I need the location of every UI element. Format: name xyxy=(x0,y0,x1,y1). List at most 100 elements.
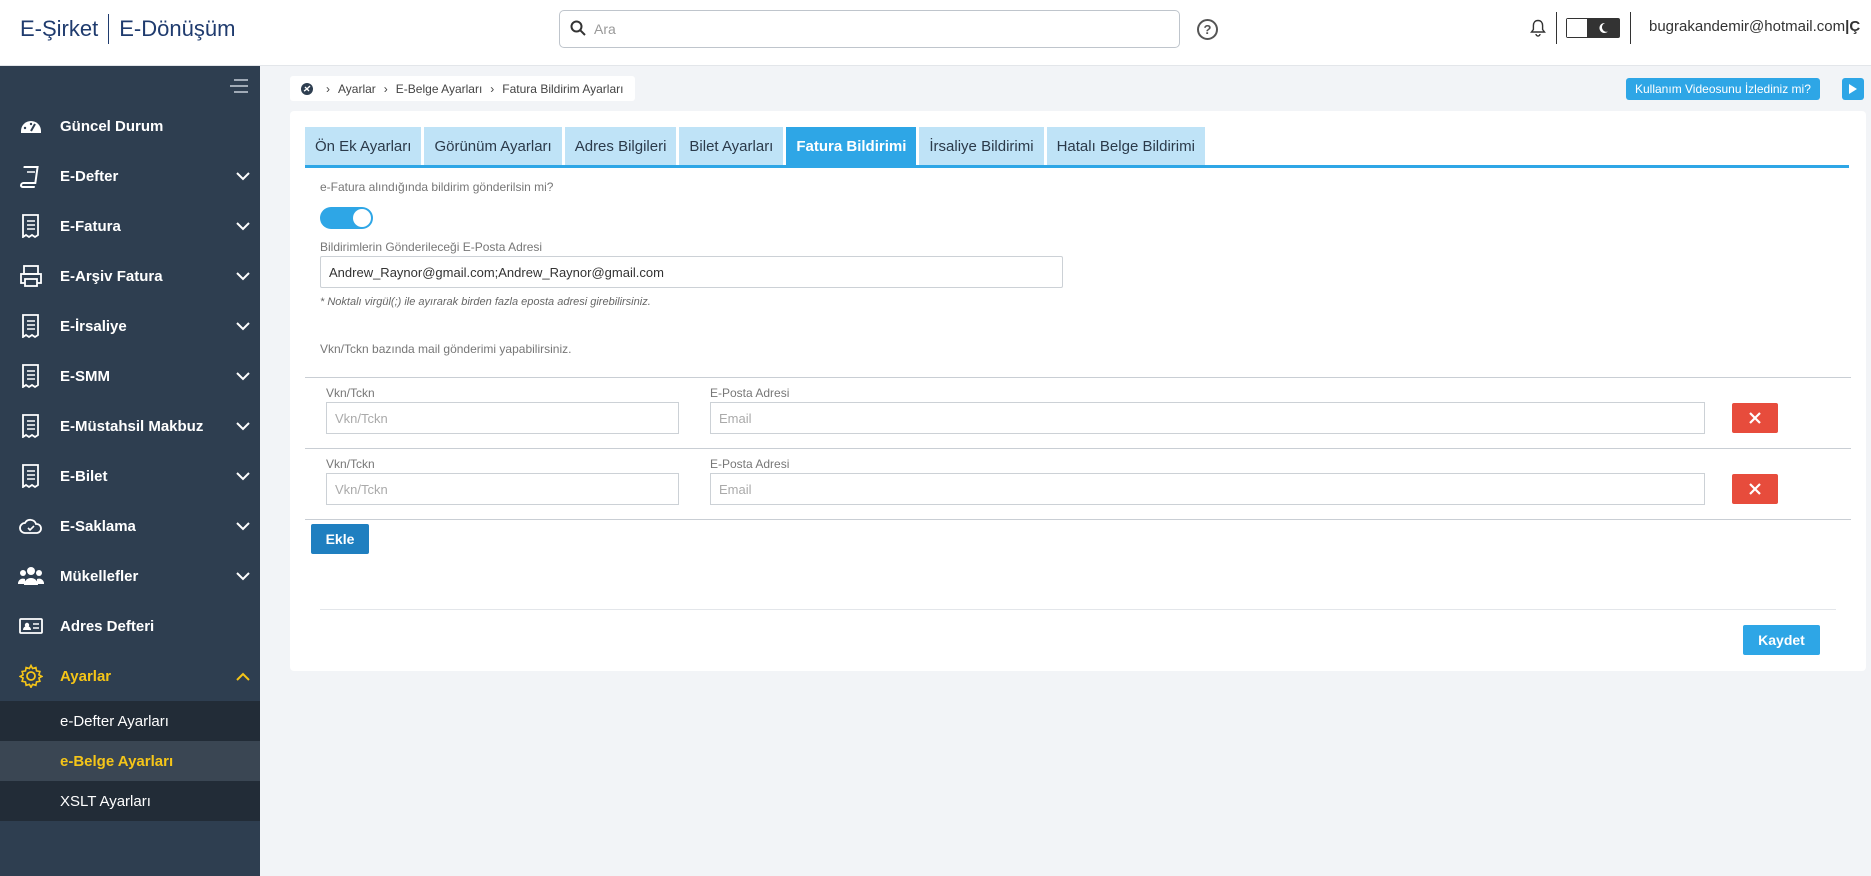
notification-toggle[interactable] xyxy=(320,207,373,229)
tab-irsaliye-bildirimi[interactable]: İrsaliye Bildirimi xyxy=(919,127,1044,165)
vkn-label: Vkn/Tckn xyxy=(326,386,375,400)
light-mode-option[interactable] xyxy=(1567,19,1587,37)
printer-icon xyxy=(18,263,44,289)
sidebar-item-e-smm[interactable]: E-SMM xyxy=(0,351,260,401)
chevron-down-icon xyxy=(236,318,250,335)
close-icon xyxy=(1749,412,1761,424)
submenu-item-e-belge-ayarlari[interactable]: e-Belge Ayarları xyxy=(0,741,260,781)
brand-right: E-Dönüşüm xyxy=(119,16,236,41)
save-button[interactable]: Kaydet xyxy=(1743,625,1820,655)
theme-toggle[interactable] xyxy=(1566,18,1620,38)
sidebar-item-label: E-Fatura xyxy=(60,217,121,235)
vkn-email-row: Vkn/Tckn E-Posta Adresi xyxy=(305,377,1851,447)
breadcrumb-item[interactable]: E-Belge Ayarları xyxy=(396,82,483,96)
sidebar-item-e-irsaliye[interactable]: E-İrsaliye xyxy=(0,301,260,351)
sidebar-item-label: E-Defter xyxy=(60,167,119,185)
chevron-right-icon: › xyxy=(383,81,388,96)
search-input[interactable] xyxy=(594,17,1154,41)
chevron-down-icon xyxy=(236,368,250,385)
email-hint: * Noktalı virgül(;) ile ayırarak birden … xyxy=(320,296,651,308)
sidebar-item-mukellefler[interactable]: Mükellefler xyxy=(0,551,260,601)
play-icon[interactable] xyxy=(1842,78,1864,100)
vkn-email-row: Vkn/Tckn E-Posta Adresi xyxy=(305,448,1851,518)
sidebar-item-e-defter[interactable]: E-Defter xyxy=(0,151,260,201)
brand-divider xyxy=(108,14,110,44)
sidebar-item-e-mustahsil-makbuz[interactable]: E-Müstahsil Makbuz xyxy=(0,401,260,451)
search-box xyxy=(559,10,1180,48)
row-email-input[interactable] xyxy=(710,473,1705,505)
tab-gorunum-ayarlari[interactable]: Görünüm Ayarları xyxy=(424,127,562,165)
receipt-icon xyxy=(18,413,44,439)
sidebar-item-ayarlar[interactable]: Ayarlar xyxy=(0,651,260,701)
receipt-icon xyxy=(18,463,44,489)
header-divider xyxy=(1556,12,1557,44)
settings-submenu: e-Defter Ayarları e-Belge Ayarları XSLT … xyxy=(0,701,260,821)
address-card-icon xyxy=(18,613,44,639)
delete-row-button[interactable] xyxy=(1732,474,1778,504)
submenu-item-e-defter-ayarlari[interactable]: e-Defter Ayarları xyxy=(0,701,260,741)
tab-bilet-ayarlari[interactable]: Bilet Ayarları xyxy=(679,127,784,165)
gear-icon xyxy=(18,663,44,689)
user-menu[interactable]: bugrakandemir@hotmail.com|Ç xyxy=(1649,18,1860,35)
sidebar-item-label: E-SMM xyxy=(60,367,110,385)
tutorial-video-button[interactable]: Kullanım Videosunu İzlediniz mi? xyxy=(1626,78,1820,100)
brand-left: E-Şirket xyxy=(20,16,99,41)
vkn-label: Vkn/Tckn xyxy=(326,457,375,471)
sidebar-item-label: E-Arşiv Fatura xyxy=(60,267,163,285)
footer-divider xyxy=(320,609,1836,610)
chevron-down-icon xyxy=(236,568,250,585)
chevron-down-icon xyxy=(236,468,250,485)
chevron-up-icon xyxy=(236,668,250,685)
breadcrumb-item[interactable]: Ayarlar xyxy=(338,82,376,96)
sidebar-item-guncel-durum[interactable]: Güncel Durum xyxy=(0,101,260,151)
tab-adres-bilgileri[interactable]: Adres Bilgileri xyxy=(564,127,677,165)
sidebar-item-e-bilet[interactable]: E-Bilet xyxy=(0,451,260,501)
add-row-button[interactable]: Ekle xyxy=(311,524,369,554)
sidebar-item-label: E-İrsaliye xyxy=(60,317,127,335)
sidebar-item-label: E-Müstahsil Makbuz xyxy=(60,417,204,435)
sidebar-item-e-arsiv-fatura[interactable]: E-Arşiv Fatura xyxy=(0,251,260,301)
user-suffix: |Ç xyxy=(1845,18,1861,35)
bell-icon[interactable] xyxy=(1530,19,1546,42)
dashboard-icon xyxy=(18,113,44,139)
sidebar-item-adres-defteri[interactable]: Adres Defteri xyxy=(0,601,260,651)
notification-question-label: e-Fatura alındığında bildirim gönderilsi… xyxy=(320,180,554,194)
sidebar-item-label: Ayarlar xyxy=(60,667,112,685)
delete-row-button[interactable] xyxy=(1732,403,1778,433)
receipt-icon xyxy=(18,213,44,239)
home-icon[interactable] xyxy=(300,82,314,96)
chevron-down-icon xyxy=(236,418,250,435)
sidebar-item-label: Mükellefler xyxy=(60,567,139,585)
tab-hatali-belge-bildirimi[interactable]: Hatalı Belge Bildirimi xyxy=(1046,127,1205,165)
chevron-down-icon xyxy=(236,168,250,185)
vkn-input[interactable] xyxy=(326,473,679,505)
chevron-right-icon: › xyxy=(326,81,330,96)
row-email-label: E-Posta Adresi xyxy=(710,386,790,400)
email-field-label: Bildirimlerin Gönderileceği E-Posta Adre… xyxy=(320,240,543,254)
chevron-down-icon xyxy=(236,518,250,535)
cloud-icon xyxy=(18,513,44,539)
chevron-down-icon xyxy=(236,218,250,235)
tab-fatura-bildirimi[interactable]: Fatura Bildirimi xyxy=(786,127,917,165)
sidebar-nav: Güncel Durum E-Defter E-Fatura E-Arşiv F… xyxy=(0,101,260,821)
sidebar-item-e-fatura[interactable]: E-Fatura xyxy=(0,201,260,251)
book-icon xyxy=(18,163,44,189)
sidebar-item-e-saklama[interactable]: E-Saklama xyxy=(0,501,260,551)
close-icon xyxy=(1749,483,1761,495)
submenu-item-xslt-ayarlari[interactable]: XSLT Ayarları xyxy=(0,781,260,821)
sidebar-item-label: E-Bilet xyxy=(60,467,108,485)
vkn-note: Vkn/Tckn bazında mail gönderimi yapabili… xyxy=(320,342,572,356)
vkn-input[interactable] xyxy=(326,402,679,434)
receipt-icon xyxy=(18,363,44,389)
moon-icon[interactable] xyxy=(1587,19,1619,37)
chevron-right-icon: › xyxy=(490,81,495,96)
help-icon[interactable]: ? xyxy=(1197,19,1218,40)
brand-logo[interactable]: E-Şirket E-Dönüşüm xyxy=(20,14,235,44)
menu-collapse-icon[interactable] xyxy=(230,78,248,99)
row-email-input[interactable] xyxy=(710,402,1705,434)
top-bar: E-Şirket E-Dönüşüm ? bugrakandemir@hotma… xyxy=(0,0,1871,66)
toggle-knob xyxy=(353,209,371,227)
tab-on-ek-ayarlari[interactable]: Ön Ek Ayarları xyxy=(305,127,422,165)
sidebar-item-label: E-Saklama xyxy=(60,517,136,535)
email-field[interactable] xyxy=(320,256,1063,288)
